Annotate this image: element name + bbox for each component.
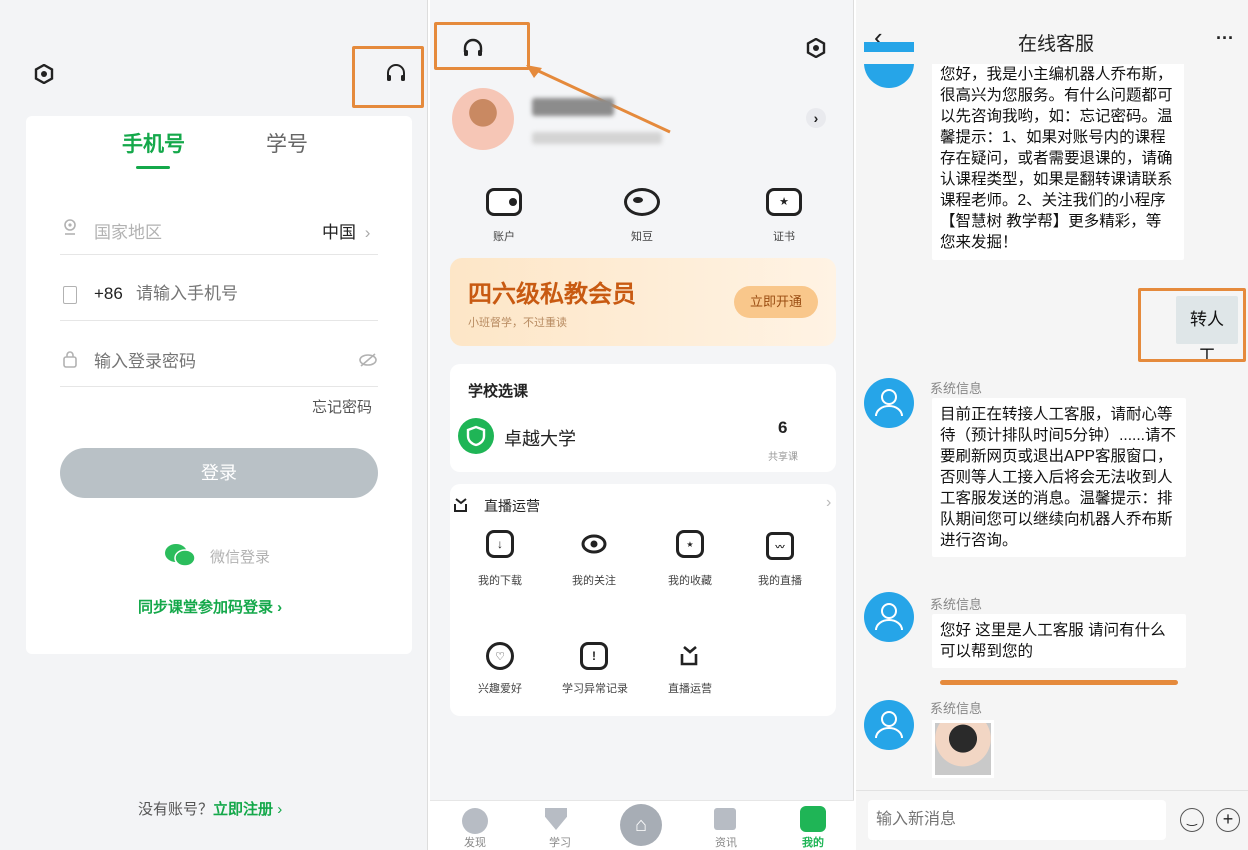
quick-beans-label[interactable]: 知豆 (612, 228, 672, 244)
divider (60, 320, 378, 321)
nav-study-label[interactable]: 学习 (540, 834, 580, 850)
quick-account-label[interactable]: 账户 (474, 228, 534, 244)
grid-label-my-live[interactable]: 我的直播 (742, 572, 818, 588)
shared-course-count[interactable]: 6 (778, 418, 787, 438)
news-icon[interactable] (714, 808, 736, 830)
login-button[interactable]: 登录 (60, 448, 378, 498)
settings-icon[interactable] (34, 63, 54, 85)
alert-icon[interactable]: ! (580, 642, 608, 670)
sync-classroom-login-link[interactable]: 同步课堂参加码登录 › (138, 596, 282, 617)
phone-input[interactable] (136, 282, 366, 306)
bot-message: 您好，我是小主编机器人乔布斯，很高兴为您服务。有什么问题都可以先咨询我哟，如：忘… (932, 62, 1184, 260)
certificate-icon[interactable]: ★ (766, 188, 802, 216)
eye-icon[interactable] (580, 530, 608, 558)
system-avatar (864, 592, 914, 642)
tab-phone[interactable]: 手机号 (122, 128, 185, 158)
sender-name: 系统信息 (930, 381, 983, 396)
vip-subtitle: 小班督学，不过重读 (468, 317, 567, 329)
message-input[interactable] (868, 800, 1166, 840)
download-icon[interactable]: ↓ (486, 530, 514, 558)
lock-icon (62, 350, 78, 368)
phone-prefix[interactable]: +86 (94, 284, 123, 304)
system-message: 目前正在转接人工客服，请耐心等待（预计排队时间5分钟）......请不要刷新网页… (932, 398, 1186, 557)
nav-discover-label[interactable]: 发现 (455, 834, 495, 850)
sticker-image[interactable] (932, 720, 994, 778)
live-ops-icon (452, 496, 470, 514)
vip-open-button[interactable]: 立即开通 (734, 286, 818, 318)
bean-icon[interactable] (624, 188, 660, 216)
grid-label-abnormal-records[interactable]: 学习异常记录 (550, 680, 640, 696)
highlight-box (434, 22, 530, 70)
highlight-box (1138, 288, 1246, 362)
grid-label-hobbies[interactable]: 兴趣爱好 (462, 680, 538, 696)
settings-icon[interactable] (806, 37, 826, 59)
profile-chevron-icon[interactable]: › (806, 108, 826, 128)
shared-course-label: 共享课 (768, 452, 798, 463)
username-blurred (532, 98, 614, 116)
forgot-password-link[interactable]: 忘记密码 (312, 396, 372, 417)
system-avatar (864, 378, 914, 428)
avatar[interactable] (452, 88, 514, 150)
eye-hidden-icon[interactable] (358, 352, 378, 368)
chevron-right-icon: › (273, 801, 283, 818)
star-folder-icon[interactable]: ★ (676, 530, 704, 558)
tab-student-id[interactable]: 学号 (266, 128, 308, 158)
grid-label-follow[interactable]: 我的关注 (556, 572, 632, 588)
chat-header-overlay (856, 52, 1248, 64)
home-icon[interactable]: ⌂ (620, 804, 662, 846)
school-section-title: 学校选课 (468, 383, 529, 400)
me-icon[interactable] (800, 806, 826, 832)
sync-login-label: 同步课堂参加码登录 (138, 599, 274, 616)
wechat-login-label[interactable]: 微信登录 (210, 546, 270, 567)
tv-icon[interactable]: 〰 (766, 532, 794, 560)
wechat-icon[interactable] (164, 542, 196, 568)
login-card (26, 116, 412, 654)
status-bar (430, 0, 853, 10)
register-row: 没有账号？立即注册 › (138, 798, 282, 819)
school-name[interactable]: 卓越大学 (504, 425, 576, 451)
school-shield-icon (458, 418, 494, 454)
more-menu-button[interactable]: ··· (1216, 28, 1234, 49)
grid-label-live-ops[interactable]: 直播运营 (652, 680, 728, 696)
sender-name: 系统信息 (930, 701, 983, 716)
grid-label-favorites[interactable]: 我的收藏 (652, 572, 728, 588)
country-select[interactable]: 中国 › (322, 218, 370, 243)
country-value: 中国 (322, 223, 356, 242)
tab-indicator (136, 166, 170, 169)
live-ops-title: 直播运营 (484, 498, 540, 514)
chevron-right-icon[interactable]: › (826, 494, 831, 512)
heart-icon[interactable]: ♡ (486, 642, 514, 670)
agent-message: 您好 这里是人工客服 请问有什么可以帮到您的 (932, 614, 1186, 668)
divider (60, 254, 378, 255)
sender-name: 系统信息 (930, 597, 983, 612)
vip-title: 四六级私教会员 (468, 281, 636, 308)
nav-news-label[interactable]: 资讯 (706, 834, 746, 850)
phone-icon (63, 286, 77, 304)
highlight-box (352, 46, 424, 108)
underline-annotation (940, 680, 1178, 685)
chevron-right-icon: › (273, 599, 283, 616)
no-account-text: 没有账号？ (138, 801, 214, 818)
system-avatar (864, 700, 914, 750)
grid-label-download[interactable]: 我的下载 (462, 572, 538, 588)
register-link[interactable]: 立即注册 (213, 801, 273, 818)
password-input[interactable] (94, 350, 344, 374)
location-icon (62, 218, 78, 236)
nav-me-label[interactable]: 我的 (793, 834, 833, 850)
login-screen: 手机号 学号 国家地区 中国 › +86 忘记密码 登录 微信登录 同步课堂参加… (0, 0, 428, 850)
compass-icon[interactable] (462, 808, 488, 834)
emoji-icon[interactable]: ‿ (1180, 808, 1204, 832)
chevron-right-icon: › (364, 223, 371, 242)
country-label: 国家地区 (94, 223, 162, 242)
divider (60, 386, 378, 387)
wallet-icon[interactable] (486, 188, 522, 216)
live-icon[interactable] (676, 642, 704, 670)
user-id-blurred (532, 132, 662, 144)
plus-icon[interactable]: + (1216, 808, 1240, 832)
quick-certificate-label[interactable]: 证书 (754, 228, 814, 244)
